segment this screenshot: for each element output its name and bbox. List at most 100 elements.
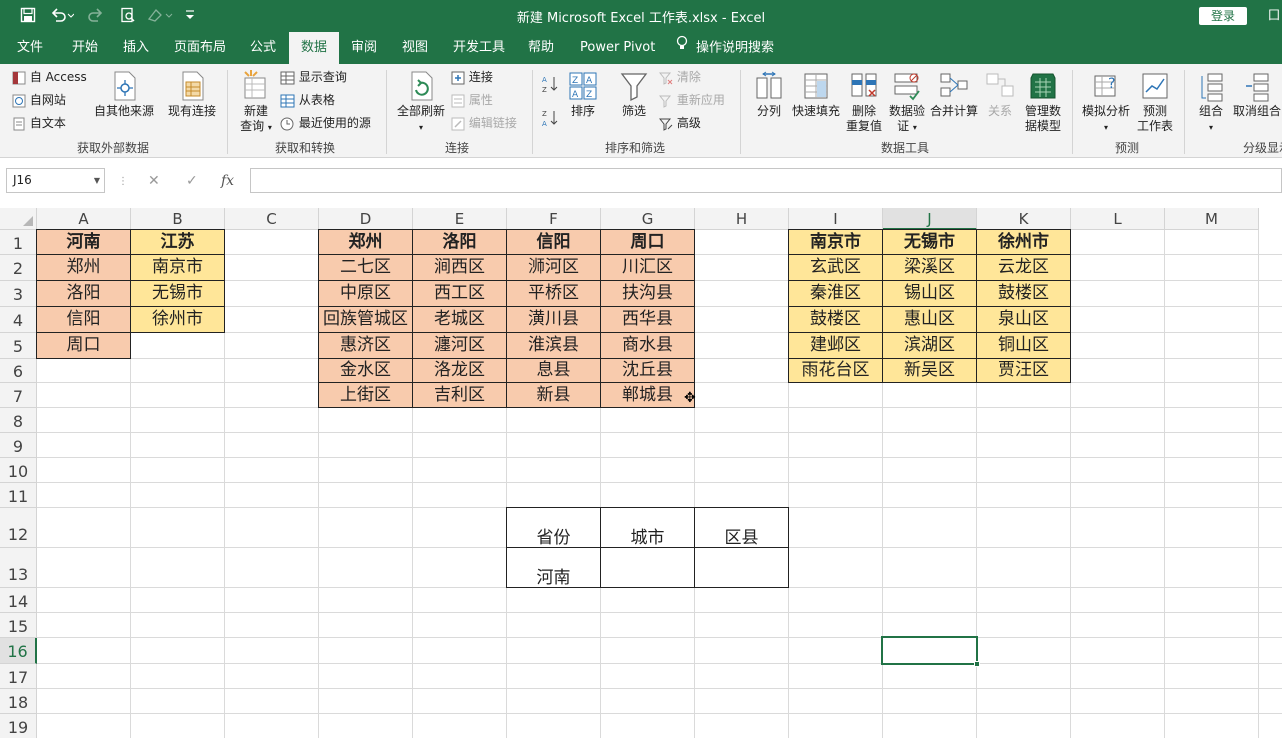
column-header-m[interactable]: M <box>1165 208 1259 230</box>
henan-district-cell[interactable]: 平桥区 <box>506 280 601 307</box>
clear-filter-button[interactable]: 清除 <box>659 70 701 85</box>
manage-data-model-button[interactable]: 管理数 据模型 <box>1020 70 1066 134</box>
properties-button[interactable]: 属性 <box>451 93 493 108</box>
column-header-f[interactable]: F <box>507 208 601 230</box>
login-button[interactable]: 登录 <box>1199 7 1247 25</box>
remove-duplicates-button[interactable]: 删除 重复值 <box>845 70 883 134</box>
henan-city-cell[interactable]: 信阳 <box>36 306 131 333</box>
name-box-dropdown-icon[interactable]: ▼ <box>94 169 100 192</box>
ungroup-button[interactable]: 取消组合 <box>1233 70 1281 119</box>
sort-descending-button[interactable]: ZA <box>542 108 558 128</box>
column-header-c[interactable]: C <box>225 208 319 230</box>
henan-district-cell[interactable]: 扶沟县 <box>600 280 695 307</box>
row-header-10[interactable]: 10 <box>0 458 37 483</box>
henan-city-header[interactable]: 郑州 <box>318 229 413 255</box>
formula-input[interactable] <box>250 168 1282 193</box>
from-text-button[interactable]: 自文本 <box>12 116 66 131</box>
from-table-button[interactable]: 从表格 <box>280 93 335 108</box>
column-header-d[interactable]: D <box>319 208 413 230</box>
henan-district-cell[interactable]: 涧西区 <box>412 254 507 281</box>
column-header-j[interactable]: J <box>883 208 977 230</box>
new-query-button[interactable]: 新建 查询 ▾ <box>236 70 276 135</box>
jiangsu-district-cell[interactable]: 秦淮区 <box>788 280 883 307</box>
jiangsu-city-header[interactable]: 无锡市 <box>882 229 977 255</box>
jiangsu-district-cell[interactable]: 雨花台区 <box>788 358 883 383</box>
from-access-button[interactable]: 自 Access <box>12 70 87 85</box>
tab-insert[interactable]: 插入 <box>123 32 149 64</box>
henan-district-cell[interactable]: 中原区 <box>318 280 413 307</box>
relationships-button[interactable]: 关系 <box>983 70 1017 119</box>
henan-district-cell[interactable]: 回族管城区 <box>318 306 413 333</box>
henan-district-cell[interactable]: 瀍河区 <box>412 332 507 359</box>
tab-review[interactable]: 审阅 <box>351 32 377 64</box>
enter-icon[interactable]: ✓ <box>186 173 198 189</box>
existing-connections-button[interactable]: 现有连接 <box>166 70 218 119</box>
row-header-13[interactable]: 13 <box>0 548 37 588</box>
connections-button[interactable]: 连接 <box>451 70 493 85</box>
row-header-3[interactable]: 3 <box>0 281 37 307</box>
henan-district-cell[interactable]: 淮滨县 <box>506 332 601 359</box>
henan-district-cell[interactable]: 商水县 <box>600 332 695 359</box>
select-all-corner[interactable] <box>0 208 37 230</box>
henan-district-cell[interactable]: 金水区 <box>318 358 413 383</box>
jiangsu-city-cell[interactable]: 无锡市 <box>130 280 225 307</box>
henan-district-cell[interactable]: 浉河区 <box>506 254 601 281</box>
jiangsu-district-cell[interactable]: 建邺区 <box>788 332 883 359</box>
jiangsu-district-cell[interactable]: 惠山区 <box>882 306 977 333</box>
lookup-value-cell[interactable]: 河南 <box>506 547 601 588</box>
lookup-value-cell[interactable] <box>600 547 695 588</box>
insert-function-icon[interactable]: fx <box>221 173 234 189</box>
formula-bar-grip-icon[interactable]: ⋮ <box>118 176 128 187</box>
jiangsu-city-cell[interactable]: 徐州市 <box>130 306 225 333</box>
reapply-button[interactable]: 重新应用 <box>659 93 725 108</box>
jiangsu-district-cell[interactable]: 梁溪区 <box>882 254 977 281</box>
tab-developer[interactable]: 开发工具 <box>453 32 505 64</box>
what-if-analysis-button[interactable]: ? 模拟分析 ▾ <box>1080 70 1132 135</box>
jiangsu-city-header[interactable]: 南京市 <box>788 229 883 255</box>
jiangsu-city-header[interactable]: 徐州市 <box>976 229 1071 255</box>
lookup-header-cell[interactable]: 省份 <box>506 507 601 548</box>
jiangsu-district-cell[interactable]: 鼓楼区 <box>788 306 883 333</box>
jiangsu-district-cell[interactable]: 玄武区 <box>788 254 883 281</box>
henan-district-cell[interactable]: 郸城县 <box>600 382 695 408</box>
henan-district-cell[interactable]: 息县 <box>506 358 601 383</box>
henan-district-cell[interactable]: 潢川县 <box>506 306 601 333</box>
active-cell[interactable] <box>881 636 980 667</box>
column-header-e[interactable]: E <box>413 208 507 230</box>
from-other-sources-button[interactable]: 自其他来源 <box>92 70 156 119</box>
flash-fill-button[interactable]: 快速填充 <box>790 70 842 119</box>
tab-view[interactable]: 视图 <box>402 32 428 64</box>
cancel-icon[interactable]: ✕ <box>148 173 160 189</box>
name-box[interactable]: J16 ▼ <box>6 168 105 193</box>
henan-city-cell[interactable]: 周口 <box>36 332 131 359</box>
tab-power-pivot[interactable]: Power Pivot <box>580 32 655 64</box>
refresh-all-button[interactable]: 全部刷新 ▾ <box>395 70 447 135</box>
advanced-filter-button[interactable]: 高级 <box>659 116 701 131</box>
group-button[interactable]: 组合 ▾ <box>1193 70 1229 135</box>
henan-city-cell[interactable]: 郑州 <box>36 254 131 281</box>
henan-district-cell[interactable]: 惠济区 <box>318 332 413 359</box>
row-header-14[interactable]: 14 <box>0 588 37 613</box>
column-header-a[interactable]: A <box>37 208 131 230</box>
column-header-l[interactable]: L <box>1071 208 1165 230</box>
sort-ascending-button[interactable]: AZ <box>542 74 558 94</box>
tab-page-layout[interactable]: 页面布局 <box>174 32 226 64</box>
edit-links-button[interactable]: 编辑链接 <box>451 116 517 131</box>
row-header-16[interactable]: 16 <box>0 638 37 664</box>
row-header-1[interactable]: 1 <box>0 230 37 255</box>
jiangsu-district-cell[interactable]: 锡山区 <box>882 280 977 307</box>
tab-file[interactable]: 文件 <box>17 32 43 64</box>
jiangsu-district-cell[interactable]: 新吴区 <box>882 358 977 383</box>
tab-formulas[interactable]: 公式 <box>250 32 276 64</box>
row-header-15[interactable]: 15 <box>0 613 37 638</box>
jiangsu-district-cell[interactable]: 云龙区 <box>976 254 1071 281</box>
column-header-k[interactable]: K <box>977 208 1071 230</box>
henan-district-cell[interactable]: 新县 <box>506 382 601 408</box>
sort-button[interactable]: ZAAZ 排序 <box>566 70 600 119</box>
restore-icon[interactable]: 囗 <box>1268 6 1280 23</box>
lookup-header-cell[interactable]: 城市 <box>600 507 695 548</box>
henan-district-cell[interactable]: 沈丘县 <box>600 358 695 383</box>
jiangsu-district-cell[interactable]: 泉山区 <box>976 306 1071 333</box>
henan-city-header[interactable]: 周口 <box>600 229 695 255</box>
row-header-8[interactable]: 8 <box>0 408 37 433</box>
